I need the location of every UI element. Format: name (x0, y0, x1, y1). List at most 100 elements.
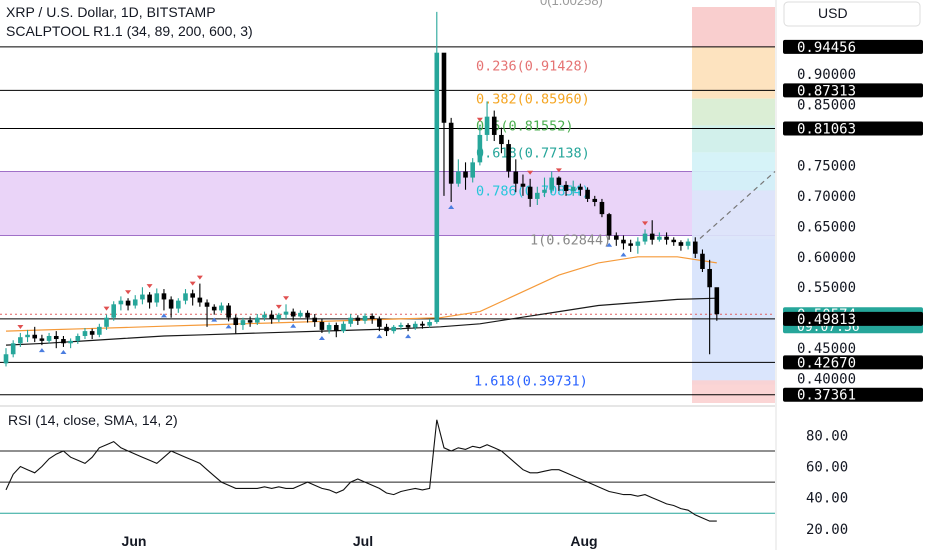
candle-body (527, 186, 533, 199)
candle-body (89, 331, 95, 335)
candle-body (247, 320, 253, 323)
price-tick-label: 0.90000 (797, 67, 856, 83)
candle-body (563, 184, 569, 191)
candle-body (97, 326, 102, 335)
candle-body (333, 325, 339, 332)
candle-body (377, 318, 382, 327)
indicator-label: SCALPTOOL R1.1 (34, 89, 200, 600, 3) (6, 23, 253, 39)
fib-level-label: 0.618(0.77138) (476, 145, 590, 161)
rsi-tick-label: 20.00 (806, 522, 848, 538)
candle-body (355, 317, 361, 321)
price-tick-label: 0.85000 (797, 97, 856, 113)
candle-body (369, 315, 375, 319)
candle-body (448, 122, 454, 184)
price-tick-label: 0.40000 (797, 372, 856, 388)
price-tick-label: 0.65000 (797, 219, 856, 235)
candle-body (384, 326, 389, 332)
candle-body (240, 320, 246, 326)
candle-body (542, 189, 547, 193)
candle-body (420, 323, 425, 326)
fib-band (692, 190, 775, 240)
candle-body (520, 183, 526, 187)
candle-body (628, 243, 633, 246)
candle-body (585, 189, 590, 199)
candle-body (341, 323, 346, 332)
price-badge-label: 0.42670 (797, 355, 856, 371)
candle-body (204, 302, 210, 307)
candle-body (484, 116, 490, 135)
candle-body (707, 268, 712, 288)
candle-body (657, 236, 662, 240)
candle-body (161, 293, 167, 300)
candle-body (154, 293, 160, 303)
candle-body (614, 235, 619, 240)
candle-body (219, 305, 224, 311)
fib-band (692, 125, 775, 153)
candle-body (642, 233, 648, 242)
fib-level-label: 0.382(0.85960) (476, 92, 590, 108)
candle-body (319, 321, 325, 330)
candle-body (649, 233, 655, 240)
candle-body (513, 171, 519, 184)
price-badge-label: 0.87313 (797, 83, 856, 99)
candle-body (104, 317, 109, 327)
candle-body (233, 317, 239, 326)
candle-body (3, 354, 9, 364)
rsi-tick-label: 60.00 (806, 460, 848, 476)
candle-body (39, 338, 45, 341)
candle-body (197, 297, 203, 303)
candle-body (348, 317, 353, 324)
candle-body (412, 323, 418, 328)
candle-body (391, 326, 397, 332)
time-tick-label: Jun (122, 533, 147, 549)
candle-body (118, 300, 124, 305)
candle-body (405, 325, 411, 328)
candle-body (506, 144, 511, 172)
candle-body (111, 304, 116, 318)
candle-body (298, 312, 303, 317)
candle-body (398, 325, 404, 327)
fib-level-label: 0.236(0.91428) (476, 58, 590, 74)
candle-body (570, 186, 576, 191)
currency-button[interactable]: USD (783, 1, 921, 27)
price-badge-label: 0.81063 (797, 121, 856, 137)
candle-body (10, 343, 16, 355)
price-tick-label: 0.55000 (797, 280, 856, 296)
fib-level-label: 1.618(0.39731) (474, 373, 588, 389)
candle-body (692, 241, 698, 254)
candle-body (456, 171, 461, 184)
candle-body (535, 192, 540, 199)
zone-purple (0, 171, 775, 236)
candle-body (46, 335, 52, 341)
candle-body (491, 116, 497, 135)
candle-body (671, 239, 677, 243)
candle-body (290, 311, 296, 317)
rsi-label: RSI (14, close, SMA, 14, 2) (8, 412, 178, 428)
price-tick-label: 0.70000 (797, 189, 856, 205)
time-tick-label: Aug (570, 533, 597, 549)
candle-body (578, 186, 583, 190)
candle-body (75, 335, 81, 341)
candle-body (168, 299, 174, 309)
time-tick-label: Jul (353, 533, 373, 549)
candle-body (606, 214, 612, 236)
fib-level-label: 0.5(0.81552) (476, 118, 574, 134)
candle-body (25, 334, 30, 338)
candle-body (183, 293, 188, 301)
candle-body (190, 293, 195, 298)
price-badge-label: 0.37361 (797, 388, 856, 404)
fib-band (692, 152, 775, 191)
fib-level-label: 1(0.62844) (530, 232, 611, 248)
price-tick-label: 0.60000 (797, 250, 856, 266)
candle-body (621, 239, 626, 244)
currency-label: USD (818, 5, 848, 21)
candle-body (477, 134, 483, 163)
candle-body (276, 314, 282, 319)
candle-body (678, 242, 684, 246)
candle-body (61, 339, 66, 344)
candle-body (499, 134, 504, 145)
price-tick-label: 0.75000 (797, 158, 856, 174)
candle-body (556, 177, 562, 185)
fib-band (692, 380, 775, 403)
fib-band (692, 98, 775, 126)
